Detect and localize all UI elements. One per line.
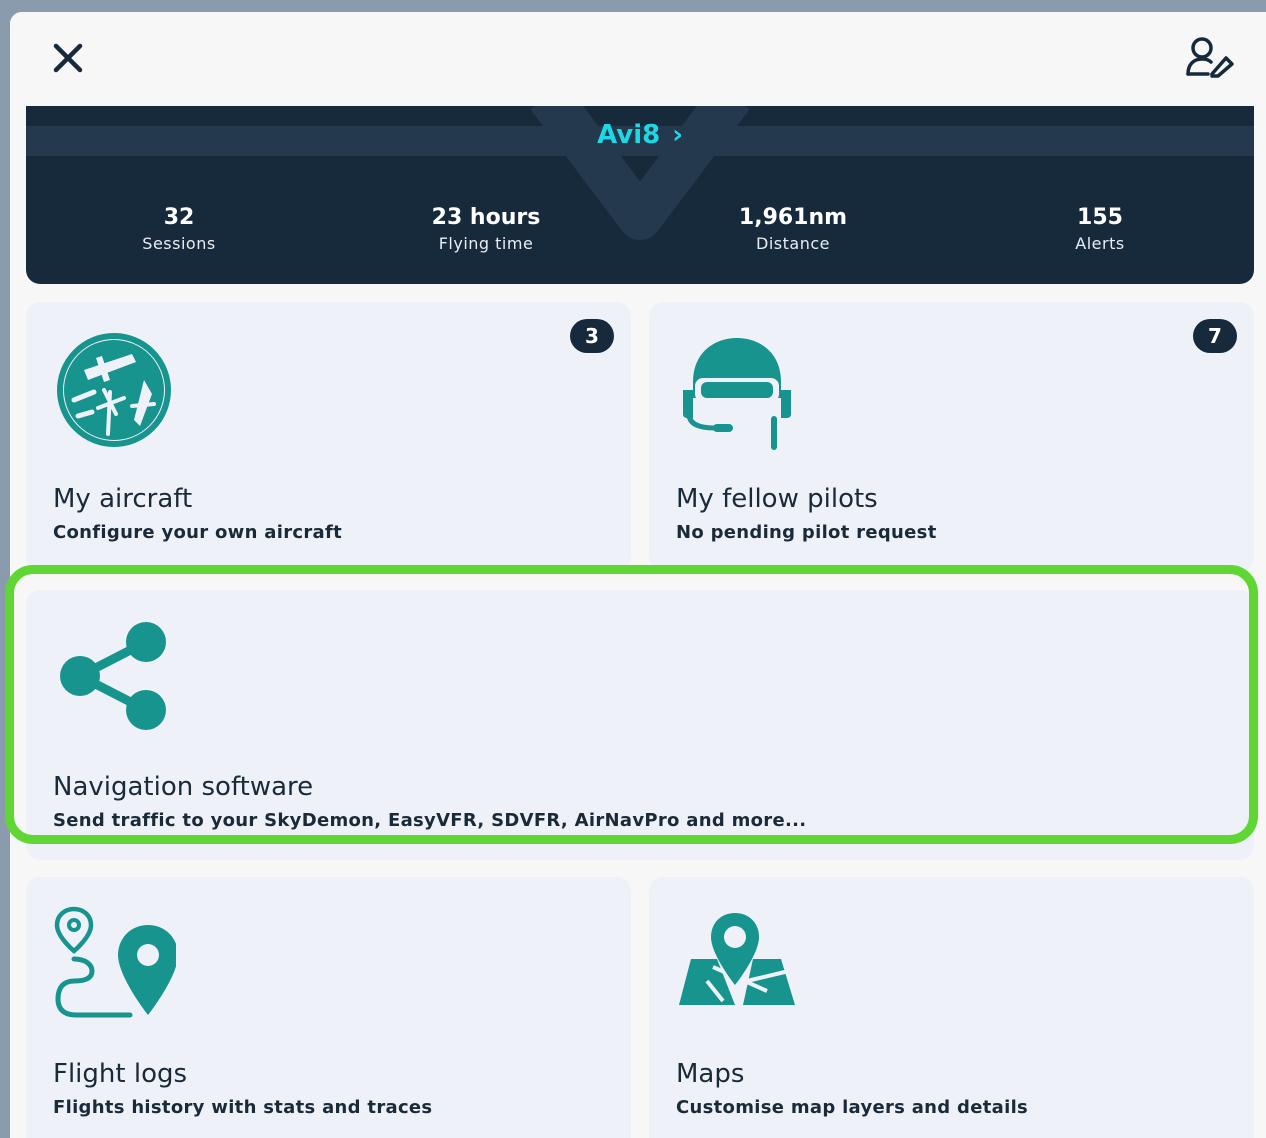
card-subtitle: Flights history with stats and traces [53,1097,433,1118]
edit-profile-button[interactable] [1182,34,1238,82]
card-title: My aircraft [53,484,193,514]
profile-name-link[interactable]: Avi8 › [26,120,1254,150]
top-bar [10,12,1266,106]
card-title: Flight logs [53,1059,188,1089]
pilots-count-badge: 7 [1193,319,1237,353]
chevron-right-icon: › [672,120,683,150]
stat-label: Flying time [438,234,534,253]
my-fellow-pilots-card[interactable]: 7 My fellow pilots No pending pilot requ… [649,302,1254,572]
aircraft-count-badge: 3 [570,319,614,353]
card-subtitle: Configure your own aircraft [53,522,342,543]
profile-name: Avi8 [597,120,661,150]
stat-distance: 1,961nm Distance [693,204,893,256]
stat-label: Distance [756,234,830,253]
aircraft-icon [57,333,171,447]
stat-label: Sessions [142,234,216,253]
card-title: Navigation software [53,772,314,802]
maps-card[interactable]: Maps Customise map layers and details [649,877,1254,1138]
flight-logs-card[interactable]: Flight logs Flights history with stats a… [26,877,631,1138]
close-icon [53,43,83,73]
stat-value: 1,961nm [738,205,848,230]
share-icon [60,622,166,730]
map-pin-icon [679,913,795,1005]
card-title: Maps [676,1059,745,1089]
stat-value: 23 hours [431,205,541,230]
profile-stats-banner: Avi8 › 32 Sessions 23 hours Flying time 1… [26,106,1254,284]
stat-label: Alerts [1075,234,1125,253]
edit-profile-icon [1186,37,1234,78]
stat-sessions: 32 Sessions [79,204,279,256]
my-aircraft-card[interactable]: 3 My aircraft Configure your own aircraf… [26,302,631,572]
profile-sheet: Avi8 › 32 Sessions 23 hours Flying time 1… [10,12,1266,1138]
pilot-helmet-icon [683,338,791,450]
route-icon [54,906,176,1018]
stat-alerts: 155 Alerts [1000,204,1200,256]
stat-value: 155 [1077,205,1123,230]
stat-flying-time: 23 hours Flying time [386,204,586,256]
navigation-software-card[interactable]: Navigation software Send traffic to your… [26,590,1254,860]
card-title: My fellow pilots [676,484,878,514]
card-subtitle: Customise map layers and details [676,1097,1029,1118]
card-subtitle: Send traffic to your SkyDemon, EasyVFR, … [53,810,807,831]
stat-value: 32 [163,205,195,230]
card-subtitle: No pending pilot request [676,522,937,543]
close-button[interactable] [48,38,88,78]
